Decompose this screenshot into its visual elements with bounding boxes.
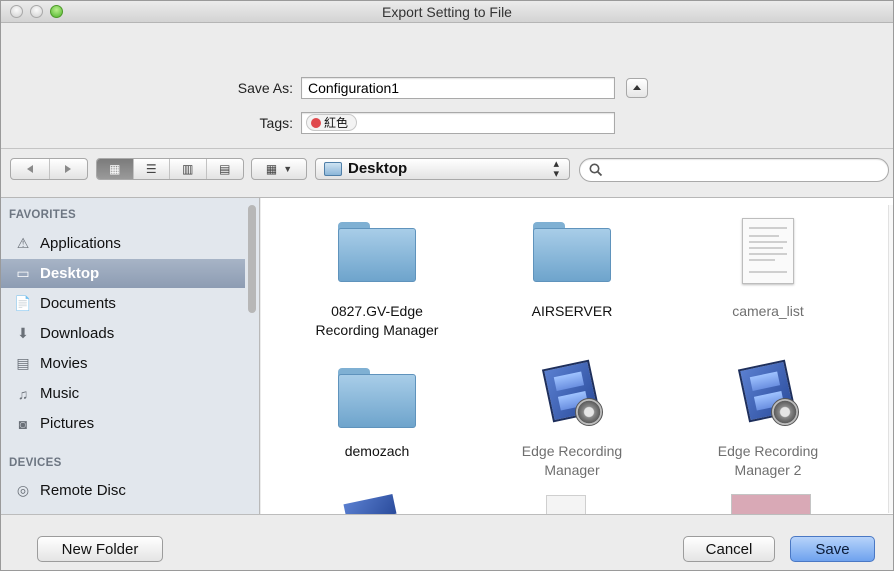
sidebar-item-label: Desktop xyxy=(40,265,100,282)
forward-arrow-icon xyxy=(65,165,72,173)
sidebar-item-remote-disc[interactable]: ◎ Remote Disc xyxy=(1,476,245,505)
file-name-line2: Manager 2 xyxy=(734,462,802,478)
desktop-folder-icon xyxy=(324,162,342,176)
sidebar-item-movies[interactable]: ▤ Movies xyxy=(1,349,245,378)
title-bar: Export Setting to File xyxy=(1,1,893,23)
pictures-icon: ◙ xyxy=(18,415,28,432)
search-icon xyxy=(589,163,603,177)
new-folder-button[interactable]: New Folder xyxy=(37,536,163,562)
file-browser: 0827.GV-Edge Recording Manager AIRSERVER… xyxy=(261,198,893,514)
expand-dialog-button[interactable] xyxy=(626,78,648,98)
search-field[interactable] xyxy=(579,158,889,182)
favorites-header: FAVORITES xyxy=(9,209,77,221)
sidebar-item-label: Downloads xyxy=(40,325,115,342)
tag-token[interactable]: 紅色 xyxy=(306,114,358,131)
back-forward-control xyxy=(10,158,88,180)
folder-icon xyxy=(338,222,416,282)
file-name: Edge Recording xyxy=(521,443,623,459)
divider xyxy=(1,514,893,515)
sidebar-item-downloads[interactable]: ⬇ Downloads xyxy=(1,319,245,348)
sidebar-item-label: Pictures xyxy=(40,415,95,432)
chevron-up-icon xyxy=(633,85,641,90)
sidebar-item-label: Remote Disc xyxy=(40,482,126,499)
devices-header: DEVICES xyxy=(9,457,62,469)
image-icon-partial xyxy=(731,494,811,514)
file-item-folder[interactable]: demozach xyxy=(297,368,457,478)
location-popup[interactable]: Desktop ▴ ▾ xyxy=(315,158,570,180)
save-as-label: Save As: xyxy=(237,80,293,96)
back-arrow-icon xyxy=(26,165,33,173)
cancel-button[interactable]: Cancel xyxy=(683,536,775,562)
file-item-folder[interactable]: AIRSERVER xyxy=(492,222,652,352)
documents-icon: 📄 xyxy=(14,295,32,311)
updown-chevron-icon: ▴ ▾ xyxy=(553,158,559,180)
chevron-down-icon: ▼ xyxy=(283,163,293,174)
list-view-icon: ☰ xyxy=(145,162,157,176)
sidebar-scrollbar[interactable] xyxy=(248,205,256,313)
window-title: Export Setting to File xyxy=(382,4,512,20)
save-as-field[interactable] xyxy=(301,77,615,99)
sidebar-item-music[interactable]: ♫ Music xyxy=(1,379,245,408)
back-button[interactable] xyxy=(11,159,50,179)
sidebar: FAVORITES ⚠ Applications ▭ Desktop 📄 Doc… xyxy=(1,198,260,514)
file-item-application[interactable]: Edge Recording Manager 2 xyxy=(688,358,848,478)
app-icon-partial xyxy=(343,494,397,514)
document-icon-partial xyxy=(546,495,586,514)
desktop-icon: ▭ xyxy=(16,265,30,281)
arrange-grid-icon: ▦ xyxy=(265,162,278,176)
tags-field[interactable]: 紅色 xyxy=(301,112,615,134)
document-icon xyxy=(742,218,794,284)
red-tag-dot-icon xyxy=(311,117,321,128)
list-view-button[interactable]: ☰ xyxy=(134,159,170,179)
column-view-button[interactable]: ▥ xyxy=(170,159,207,179)
file-name: AIRSERVER xyxy=(531,303,613,319)
sidebar-item-label: Movies xyxy=(40,355,88,372)
sidebar-item-desktop[interactable]: ▭ Desktop xyxy=(1,259,245,288)
tag-label: 紅色 xyxy=(324,116,349,130)
file-name-line2: Manager xyxy=(544,462,600,478)
arrange-button[interactable]: ▦ ▼ xyxy=(251,158,307,180)
file-name: camera_list xyxy=(732,303,804,319)
location-label: Desktop xyxy=(348,160,408,177)
save-dialog: Export Setting to File Save As: Tags: 紅色… xyxy=(0,0,894,571)
icon-view-button[interactable]: ▦ xyxy=(97,159,134,179)
music-icon: ♫ xyxy=(17,385,29,402)
edge-recording-manager-app-icon xyxy=(735,359,801,428)
file-name-line2: Recording Manager xyxy=(315,322,439,338)
forward-button[interactable] xyxy=(50,159,88,179)
sidebar-item-label: Applications xyxy=(40,235,121,252)
downloads-icon: ⬇ xyxy=(17,325,29,341)
divider xyxy=(1,148,893,149)
icon-view-icon: ▦ xyxy=(109,162,121,176)
applications-icon: ⚠ xyxy=(16,235,30,251)
sidebar-item-applications[interactable]: ⚠ Applications xyxy=(1,229,245,258)
sidebar-item-label: Music xyxy=(40,385,80,402)
view-mode-control: ▦ ☰ ▥ ▤ xyxy=(96,158,244,180)
cover-flow-icon: ▤ xyxy=(219,162,231,176)
file-name: 0827.GV-Edge xyxy=(331,303,423,319)
save-button[interactable]: Save xyxy=(790,536,875,562)
folder-icon xyxy=(533,222,611,282)
search-input[interactable] xyxy=(606,162,846,177)
edge-recording-manager-app-icon xyxy=(539,359,605,428)
file-browser-scrollbar[interactable] xyxy=(888,205,893,513)
sidebar-item-pictures[interactable]: ◙ Pictures xyxy=(1,409,245,438)
movies-icon: ▤ xyxy=(16,355,30,371)
column-view-icon: ▥ xyxy=(182,162,194,176)
file-item-document[interactable]: camera_list xyxy=(688,212,848,342)
folder-icon xyxy=(338,368,416,428)
tags-label: Tags: xyxy=(259,115,293,131)
save-as-input[interactable] xyxy=(308,80,608,96)
file-name: demozach xyxy=(344,443,410,459)
file-item-application[interactable]: Edge Recording Manager xyxy=(492,358,652,478)
sidebar-item-label: Documents xyxy=(40,295,116,312)
file-item-folder[interactable]: 0827.GV-Edge Recording Manager xyxy=(297,222,457,352)
sidebar-item-documents[interactable]: 📄 Documents xyxy=(1,289,245,318)
remote-disc-icon: ◎ xyxy=(16,482,30,498)
file-name: Edge Recording xyxy=(717,443,819,459)
cover-flow-button[interactable]: ▤ xyxy=(207,159,243,179)
